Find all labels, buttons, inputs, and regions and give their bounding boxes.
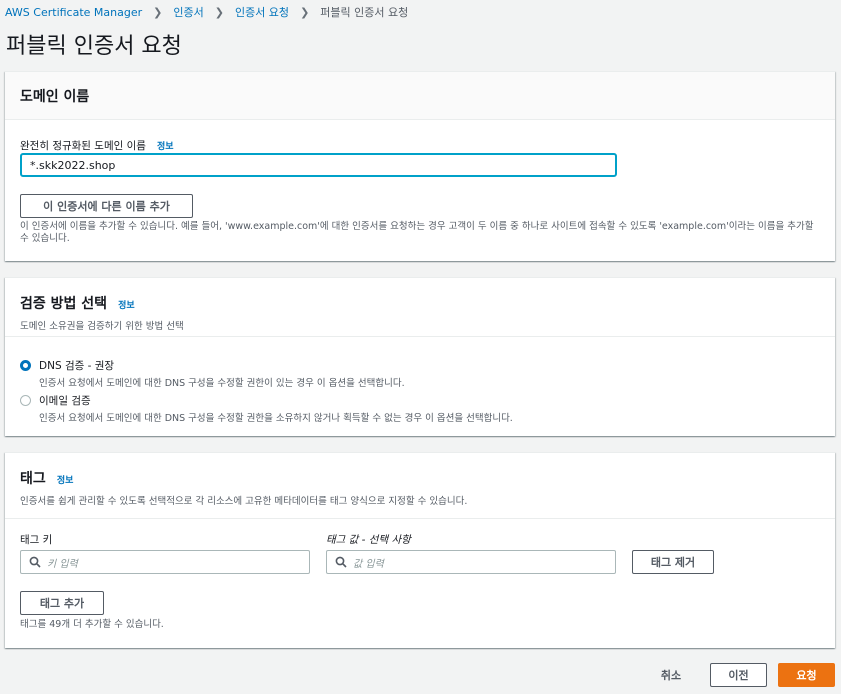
tags-info-link[interactable]: 정보 [57, 476, 74, 486]
tags-panel-description: 인증서를 쉽게 관리할 수 있도록 선택적으로 각 리소스에 고유한 메타데이터… [20, 496, 468, 507]
validation-panel-title: 검증 방법 선택 [20, 296, 108, 312]
tag-key-placeholder: 키 입력 [47, 558, 78, 570]
tag-value-label: 태그 값 - 선택 사항 [326, 534, 411, 546]
domain-name-panel-title: 도메인 이름 [20, 88, 90, 105]
tags-panel-title: 태그 [20, 471, 46, 487]
tags-remaining-text: 태그를 49개 더 추가할 수 있습니다. [20, 619, 164, 630]
radio-option-dns[interactable]: DNS 검증 - 권장 인증서 요청에서 도메인에 대한 DNS 구성을 수정할… [20, 358, 405, 389]
radio-email-description: 인증서 요청에서 도메인에 대한 DNS 구성을 수정할 권한을 소유하지 않거… [39, 413, 513, 424]
radio-email-label: 이메일 검증 [39, 395, 91, 407]
request-button[interactable]: 요청 [778, 663, 835, 687]
radio-dns-description: 인증서 요청에서 도메인에 대한 DNS 구성을 수정할 권한이 있는 경우 이… [39, 378, 405, 389]
breadcrumb-link-acm[interactable]: AWS Certificate Manager [5, 6, 142, 19]
domain-field-label-row: 완전히 정규화된 도메인 이름 정보 [20, 134, 174, 153]
validation-panel-header: 검증 방법 선택 정보 [20, 293, 135, 313]
breadcrumb-current: 퍼블릭 인증서 요청 [320, 6, 409, 19]
tag-value-input[interactable]: 값 입력 [326, 550, 616, 574]
breadcrumb-link-request[interactable]: 인증서 요청 [235, 4, 289, 20]
tag-value-placeholder: 값 입력 [353, 558, 384, 570]
cancel-button[interactable]: 취소 [650, 664, 692, 686]
remove-tag-button[interactable]: 태그 제거 [632, 550, 714, 574]
domain-name-panel: 도메인 이름 완전히 정규화된 도메인 이름 정보 *.skk2022.shop… [5, 71, 835, 261]
previous-button[interactable]: 이전 [710, 663, 767, 687]
chevron-right-icon: ❯ [300, 5, 310, 19]
radio-option-email[interactable]: 이메일 검증 인증서 요청에서 도메인에 대한 DNS 구성을 수정할 권한을 … [20, 393, 513, 424]
breadcrumb-link-certificates[interactable]: 인증서 [173, 4, 203, 20]
search-icon [335, 556, 347, 568]
domain-name-input-value: *.skk2022.shop [30, 158, 116, 172]
domain-name-panel-header: 도메인 이름 [5, 72, 835, 120]
tags-panel-header: 태그 정보 [20, 468, 73, 488]
radio-dns-label: DNS 검증 - 권장 [39, 360, 115, 372]
chevron-right-icon: ❯ [214, 5, 224, 19]
page-title: 퍼블릭 인증서 요청 [6, 34, 182, 59]
validation-method-panel: 검증 방법 선택 정보 도메인 소유권을 검증하기 위한 방법 선택 DNS 검… [5, 277, 835, 436]
search-icon [29, 556, 41, 568]
tags-divider [5, 518, 835, 519]
domain-field-label: 완전히 정규화된 도메인 이름 [20, 140, 146, 152]
chevron-right-icon: ❯ [153, 5, 163, 19]
validation-panel-description: 도메인 소유권을 검증하기 위한 방법 선택 [20, 321, 184, 332]
radio-dns[interactable] [20, 360, 31, 371]
domain-name-input[interactable]: *.skk2022.shop [20, 153, 617, 177]
tags-panel: 태그 정보 인증서를 쉽게 관리할 수 있도록 선택적으로 각 리소스에 고유한… [5, 452, 835, 648]
validation-divider [5, 336, 835, 337]
add-another-name-button[interactable]: 이 인증서에 다른 이름 추가 [20, 194, 193, 218]
tag-key-input[interactable]: 키 입력 [20, 550, 310, 574]
domain-info-link[interactable]: 정보 [157, 142, 174, 152]
validation-info-link[interactable]: 정보 [118, 301, 135, 311]
tag-key-label: 태그 키 [20, 534, 53, 546]
domain-help-text: 이 인증서에 이름을 추가할 수 있습니다. 예를 들어, 'www.examp… [20, 221, 814, 244]
add-tag-button[interactable]: 태그 추가 [20, 591, 104, 615]
breadcrumb: AWS Certificate Manager ❯ 인증서 ❯ 인증서 요청 ❯… [5, 4, 408, 20]
radio-email[interactable] [20, 395, 31, 406]
